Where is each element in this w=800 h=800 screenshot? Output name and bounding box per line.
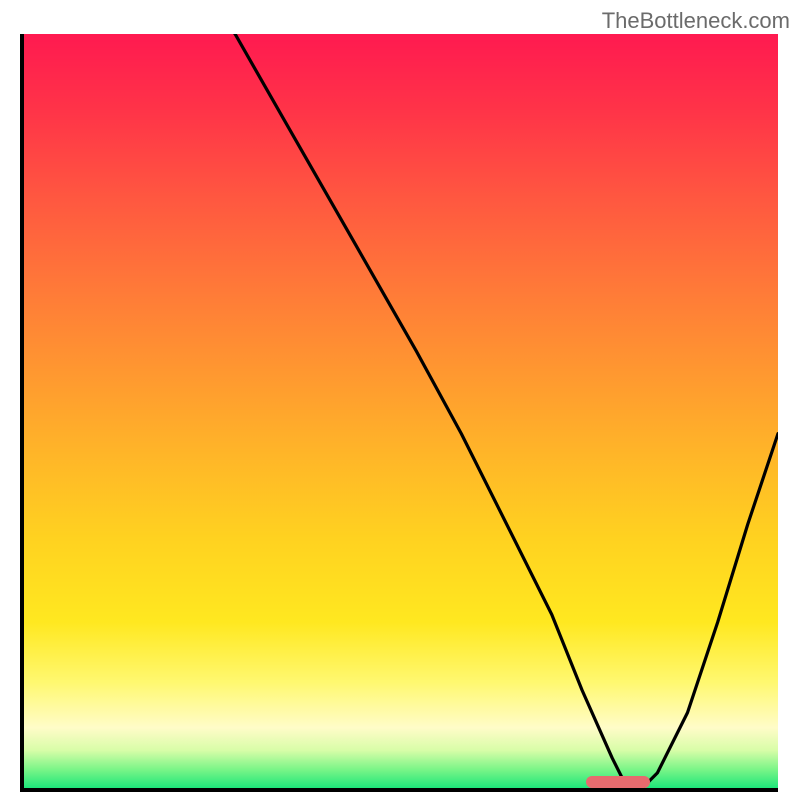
chart-container: TheBottleneck.com <box>0 0 800 800</box>
optimal-range-marker <box>586 776 650 788</box>
watermark-text: TheBottleneck.com <box>602 8 790 34</box>
chart-plot-area <box>20 34 778 792</box>
gradient-background <box>24 34 778 788</box>
